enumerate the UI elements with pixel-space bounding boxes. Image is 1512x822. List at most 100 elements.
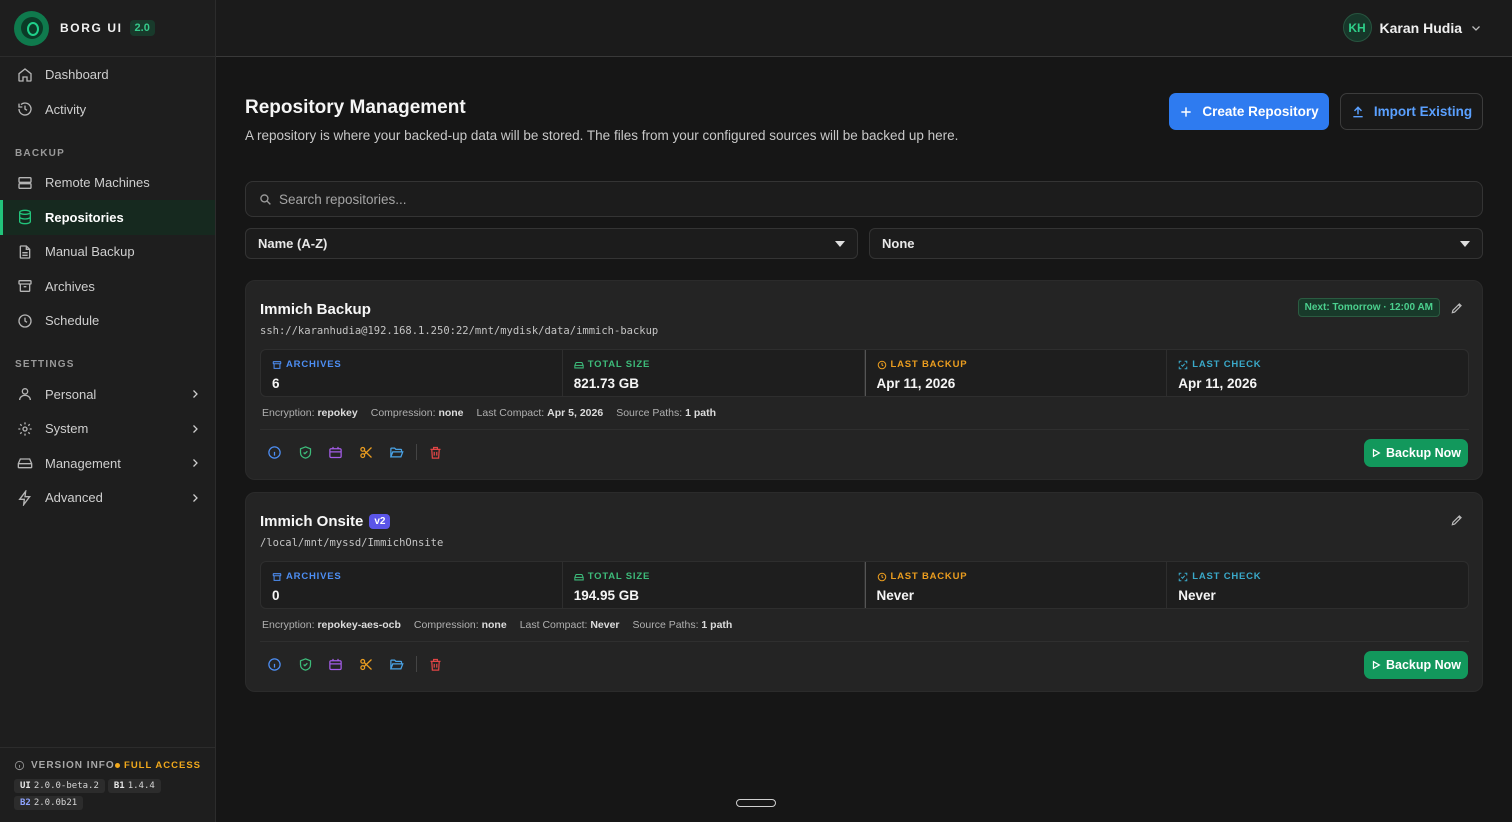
b1-version-chip: B1 1.4.4 <box>107 779 161 793</box>
sidebar-item-dashboard[interactable]: Dashboard <box>0 58 215 93</box>
user-icon <box>19 388 31 401</box>
version-badge: v2 <box>369 514 391 529</box>
play-icon <box>1372 448 1381 458</box>
backup-now-button[interactable]: Backup Now <box>1364 439 1468 467</box>
app-version-badge: 2.0 <box>129 20 155 36</box>
sidebar-item-label: Personal <box>45 386 97 402</box>
sidebar-item-manual-backup[interactable]: Manual Backup <box>0 235 215 270</box>
repository-title: Immich Onsite v2 <box>260 513 391 530</box>
stat-total-size: TOTAL SIZE 821.73 GB <box>563 350 865 396</box>
stat-total-size: TOTAL SIZE 194.95 GB <box>563 562 865 608</box>
shield-check-icon[interactable] <box>298 657 313 672</box>
file-icon <box>19 245 31 259</box>
stat-last-check: LAST CHECK Never <box>1167 562 1468 608</box>
repository-actions <box>267 444 458 460</box>
edit-pencil-icon[interactable] <box>1450 301 1464 315</box>
version-info-title: VERSION INFO <box>31 760 115 771</box>
home-icon <box>18 67 32 82</box>
meta-encryption: Encryption: repokey <box>262 407 358 419</box>
repository-name: Immich Onsite <box>260 513 364 530</box>
meta-value: repokey <box>317 407 358 419</box>
meta-label: Compression: <box>370 407 436 419</box>
clock-icon <box>877 572 886 581</box>
folder-open-icon[interactable] <box>389 445 404 460</box>
group-select-value: None <box>882 236 915 251</box>
upload-icon <box>1353 105 1363 117</box>
stat-label: TOTAL SIZE <box>587 359 651 370</box>
button-label: Import Existing <box>1373 104 1473 119</box>
borg-logo-icon <box>14 10 49 46</box>
chevron-right-icon <box>193 390 198 398</box>
sidebar-item-label: Remote Machines <box>45 175 150 191</box>
scissors-icon[interactable] <box>359 657 374 672</box>
user-menu[interactable]: KH Karan Hudia <box>1342 13 1482 42</box>
search-input[interactable] <box>279 191 1459 207</box>
import-existing-button[interactable]: Import Existing <box>1340 93 1483 130</box>
group-select[interactable]: None <box>869 228 1483 259</box>
meta-value: Never <box>590 619 620 631</box>
sidebar-item-label: Repositories <box>45 209 124 225</box>
folder-open-icon[interactable] <box>389 657 404 672</box>
archive-box-icon[interactable] <box>328 445 343 460</box>
meta-label: Compression: <box>413 619 479 631</box>
sort-select[interactable]: Name (A-Z) <box>245 228 858 259</box>
edit-pencil-icon[interactable] <box>1450 513 1464 527</box>
meta-last-compact: Last Compact: Never <box>520 619 620 631</box>
sidebar-item-label: Archives <box>45 278 95 294</box>
backup-now-button[interactable]: Backup Now <box>1364 651 1468 679</box>
access-label: FULL ACCESS <box>124 760 201 771</box>
stat-value: 6 <box>272 376 280 391</box>
stat-label: ARCHIVES <box>286 571 342 582</box>
trash-icon[interactable] <box>428 657 443 672</box>
stat-value: 0 <box>272 588 280 603</box>
sidebar-item-archives[interactable]: Archives <box>0 269 215 304</box>
sidebar-item-repositories[interactable]: Repositories <box>0 200 215 235</box>
dropdown-arrow-icon <box>1460 241 1470 247</box>
archive-icon <box>18 280 32 293</box>
sidebar-item-schedule[interactable]: Schedule <box>0 304 215 339</box>
info-icon[interactable] <box>267 445 282 460</box>
scroll-handle[interactable] <box>736 799 776 807</box>
meta-value: Apr 5, 2026 <box>547 407 604 419</box>
sidebar: BORG UI 2.0 Dashboard Activity BACKUP Re… <box>0 0 216 822</box>
scissors-icon[interactable] <box>359 445 374 460</box>
info-icon[interactable] <box>267 657 282 672</box>
repository-stats: ARCHIVES 6 TOTAL SIZE 821.73 GB LAST BAC… <box>260 349 1469 397</box>
database-icon <box>19 209 31 225</box>
scan-check-icon <box>1178 360 1188 369</box>
create-repository-button[interactable]: Create Repository <box>1169 93 1329 130</box>
gear-icon <box>18 422 32 436</box>
sidebar-item-remote-machines[interactable]: Remote Machines <box>0 166 215 201</box>
meta-value: none <box>438 407 464 419</box>
archive-box-icon[interactable] <box>328 657 343 672</box>
sidebar-item-system[interactable]: System <box>0 412 215 447</box>
repository-card: Immich Onsite v2 /local/mnt/myssd/Immich… <box>245 492 1483 692</box>
chevron-right-icon <box>193 424 198 433</box>
search-box[interactable] <box>245 181 1483 217</box>
stat-last-backup: LAST BACKUP Apr 11, 2026 <box>864 350 1168 396</box>
meta-source-paths: Source Paths: 1 path <box>616 407 716 419</box>
drive-icon <box>17 458 33 469</box>
trash-icon[interactable] <box>428 445 443 460</box>
play-icon <box>1372 660 1381 670</box>
sidebar-item-management[interactable]: Management <box>0 446 215 481</box>
sidebar-item-advanced[interactable]: Advanced <box>0 481 215 516</box>
action-separator <box>415 444 417 460</box>
sidebar-item-activity[interactable]: Activity <box>0 92 215 127</box>
stat-value: 194.95 GB <box>573 588 640 603</box>
stat-label: LAST CHECK <box>1192 359 1262 370</box>
sidebar-item-label: Manual Backup <box>45 244 135 260</box>
brand[interactable]: BORG UI 2.0 <box>0 0 215 57</box>
sidebar-item-label: Schedule <box>45 313 100 329</box>
sidebar-item-personal[interactable]: Personal <box>0 377 215 412</box>
repository-meta: Encryption: repokey Compression: none La… <box>262 407 729 419</box>
repository-stats: ARCHIVES 0 TOTAL SIZE 194.95 GB LAST BAC… <box>260 561 1469 609</box>
drive-icon <box>574 361 584 368</box>
stat-label: LAST CHECK <box>1192 571 1262 582</box>
stat-value: 821.73 GB <box>573 376 640 391</box>
meta-label: Source Paths: <box>616 407 683 419</box>
shield-check-icon[interactable] <box>298 445 313 460</box>
stat-last-backup: LAST BACKUP Never <box>864 562 1168 608</box>
card-divider <box>260 641 1469 642</box>
stat-last-check: LAST CHECK Apr 11, 2026 <box>1167 350 1468 396</box>
